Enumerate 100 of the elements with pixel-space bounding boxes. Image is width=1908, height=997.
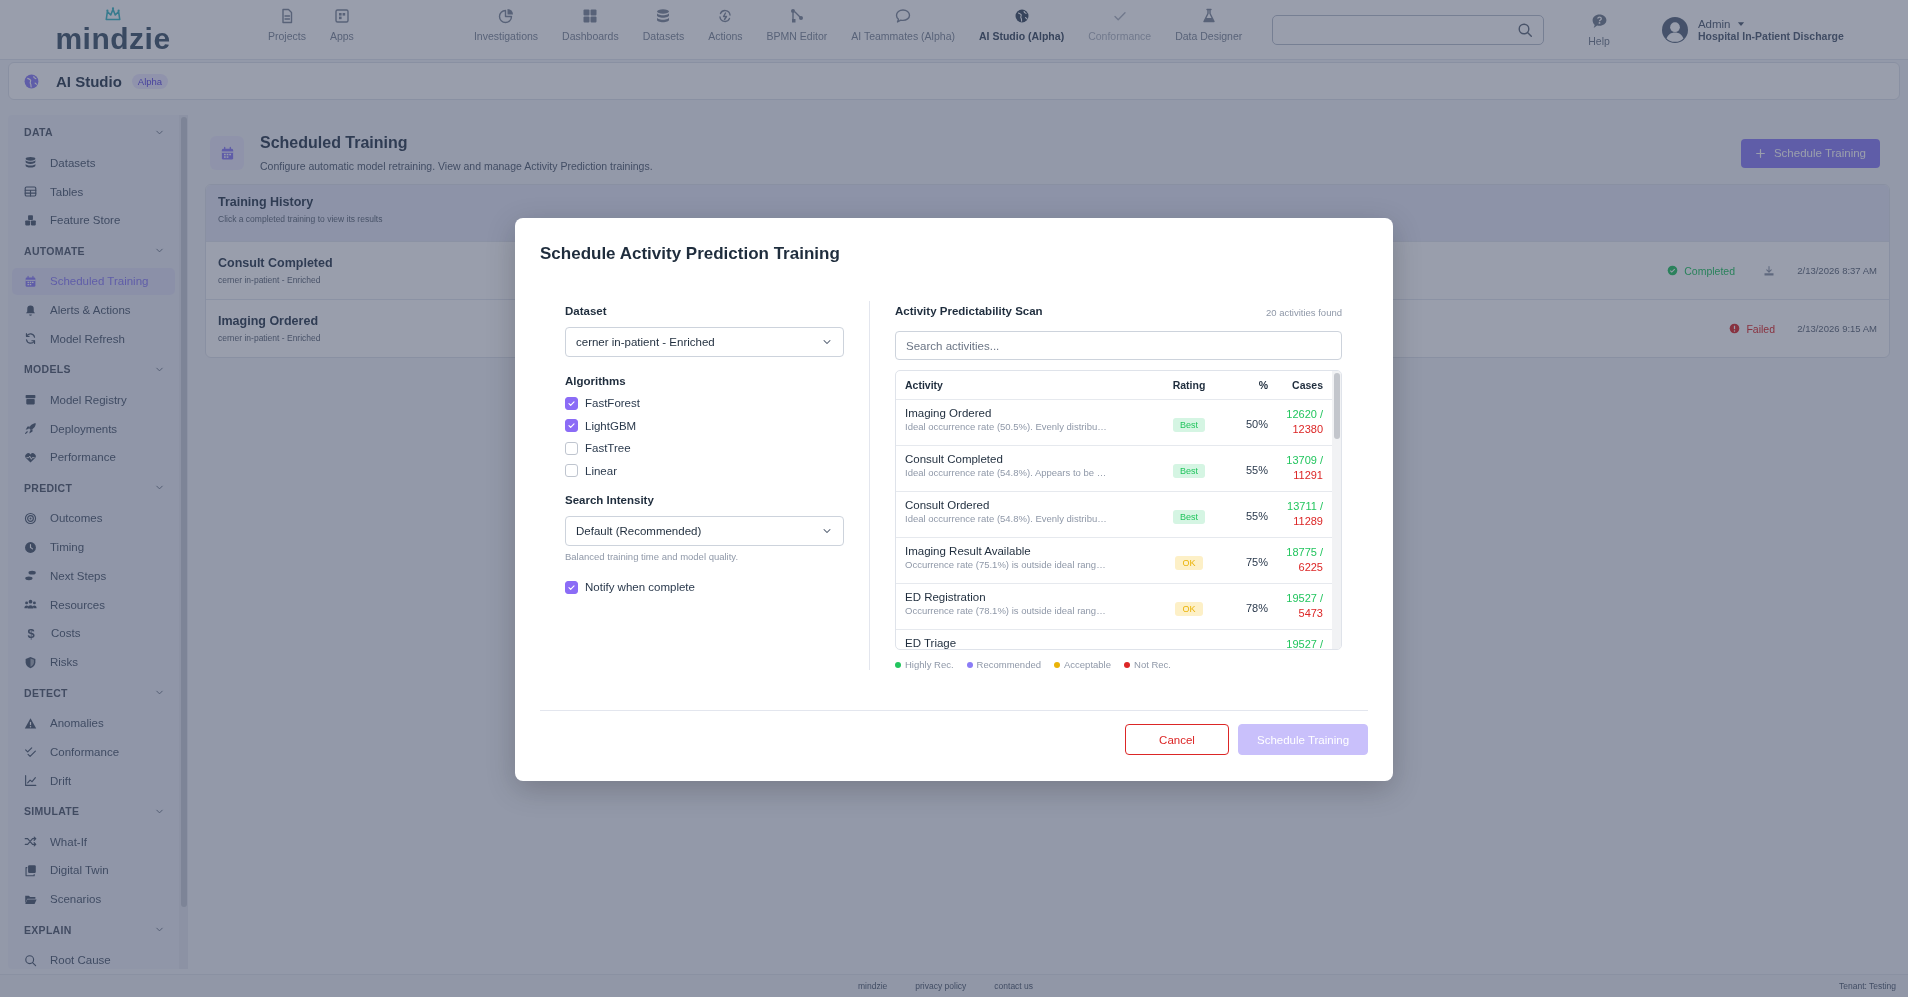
logo[interactable]: mindzie [55, 23, 171, 54]
download-icon [1763, 264, 1775, 277]
checkbox[interactable] [565, 580, 578, 594]
section-header[interactable]: AUTOMATE [8, 235, 179, 266]
rating-badge: OK [1175, 601, 1203, 616]
sidebar-item[interactable]: Tables [12, 178, 175, 205]
activity-description: Occurrence rate (75.1%) is outside ideal rang… [905, 559, 1107, 570]
nav-tab[interactable]: Investigations [461, 7, 551, 42]
section-header[interactable]: DATA [8, 117, 179, 148]
checkbox[interactable] [565, 396, 578, 410]
nav-tab[interactable]: BPMN Editor [754, 7, 840, 42]
checkbox[interactable] [565, 464, 578, 478]
help-button[interactable]: Help [1588, 12, 1610, 47]
check-icon [567, 398, 576, 408]
nav-tab[interactable]: Apps [317, 7, 366, 42]
cases-count: 11291 [1292, 468, 1323, 483]
calendar-icon [219, 145, 235, 161]
sidebar-item[interactable]: Digital Twin [12, 856, 175, 884]
field-label: Algorithms [565, 375, 627, 389]
sidebar-item[interactable]: Alerts & Actions [12, 296, 175, 324]
checkbox[interactable] [565, 419, 578, 433]
sidebar-item[interactable]: Anomalies [12, 709, 175, 737]
activity-row[interactable]: Imaging Result Available Occurrence rate (75.1%) is outside ideal rang… OK 75% 18775 / 6225 [896, 538, 1332, 584]
activity-name: Imaging Result Available [905, 545, 1032, 557]
column-header: Activity [904, 379, 944, 391]
activity-row[interactable]: ED Registration Occurrence rate (78.1%) is outside ideal rang… OK 78% 19527 / 5473 [896, 584, 1332, 630]
percent-value: 55% [1245, 463, 1268, 476]
heart-icon [24, 450, 37, 464]
sidebar-item[interactable]: Model Registry [12, 386, 175, 414]
sidebar-item[interactable]: Scenarios [12, 885, 175, 913]
sidebar-item[interactable]: Outcomes [12, 504, 175, 532]
target-icon [24, 511, 37, 525]
dataset-select[interactable]: cerner in-patient - Enriched [565, 327, 844, 357]
cancel-button[interactable]: Cancel [1125, 724, 1229, 755]
section-title: Activity Predictability Scan [895, 305, 1043, 319]
search-field[interactable]: Search activities... [895, 331, 1342, 360]
checkbox-option[interactable]: FastForest [565, 392, 844, 415]
intensity-select[interactable]: Default (Recommended) [565, 516, 844, 546]
cases-count: 6225 [1297, 560, 1323, 575]
activity-name: ED Triage [905, 637, 958, 649]
sidebar-item[interactable]: Deployments [12, 415, 175, 442]
sidebar-item[interactable]: $ Costs [12, 619, 175, 647]
nav-tab[interactable]: Datasets [630, 7, 697, 42]
double-check-icon [24, 745, 37, 759]
cases-count: 11289 [1292, 514, 1323, 529]
checkbox[interactable] [565, 441, 578, 455]
section-header[interactable]: MODELS [8, 354, 179, 385]
footprint-icon [24, 569, 37, 583]
nav-tab[interactable]: Projects [256, 7, 318, 42]
sidebar-item[interactable]: Resources [12, 591, 175, 618]
column-header: Rating [1171, 379, 1207, 391]
page-subtitle: Configure automatic model retraining. View and manage Activity Prediction trainings. [260, 160, 653, 172]
sidebar-item[interactable]: Timing [12, 533, 175, 561]
globe-icon [23, 72, 40, 90]
checkbox-option[interactable]: LightGBM [565, 414, 844, 437]
activity-row[interactable]: Imaging Ordered Ideal occurrence rate (50.5%). Evenly distribu… Best 50% 12620 / 12380 [896, 400, 1332, 446]
search-icon [1517, 21, 1534, 38]
nav-tab[interactable]: Data Designer [1163, 7, 1255, 42]
section-header[interactable]: EXPLAIN [8, 914, 179, 945]
nodes-icon [788, 7, 805, 24]
sidebar-item[interactable]: Conformance [12, 738, 175, 766]
sidebar-item[interactable]: Root Cause [12, 946, 175, 969]
column-header: Cases [1291, 379, 1324, 391]
nav-tab[interactable]: AI Studio (Alpha) [966, 7, 1077, 42]
footer-link[interactable]: mindzie [858, 981, 888, 991]
sidebar-item[interactable]: Model Refresh [12, 325, 175, 353]
section-header[interactable]: DETECT [8, 677, 179, 708]
nav-tab[interactable]: Actions [696, 7, 755, 42]
nav-tab[interactable]: AI Teammates (Alpha) [839, 7, 967, 42]
cases-count: 5473 [1297, 606, 1323, 621]
shield-icon [24, 655, 37, 669]
schedule-training-button[interactable]: Schedule Training [1740, 138, 1880, 168]
section-header[interactable]: SIMULATE [8, 795, 179, 827]
rating-badge: Best [1173, 509, 1205, 524]
user-name[interactable]: Admin [1697, 17, 1731, 30]
footer-link[interactable]: contact us [994, 981, 1034, 991]
checkbox-option[interactable]: FastTree [565, 437, 844, 460]
sidebar-item[interactable]: Drift [12, 767, 175, 794]
status-label: Completed [1684, 264, 1735, 277]
sidebar-item[interactable]: Datasets [12, 149, 175, 177]
checkbox-option[interactable]: Notify when complete [565, 576, 844, 599]
activity-name: Imaging Ordered [905, 407, 993, 419]
alpha-badge: Alpha [131, 73, 169, 89]
checkbox-option[interactable]: Linear [565, 459, 844, 482]
sidebar-item[interactable]: What-If [12, 828, 175, 855]
search-icon [24, 953, 37, 967]
nav-tab[interactable]: Dashboards [550, 7, 631, 42]
footer-link[interactable]: privacy policy [915, 981, 967, 991]
section-header[interactable]: PREDICT [8, 472, 179, 503]
search-field[interactable] [1272, 14, 1545, 45]
activity-row[interactable]: Consult Completed Ideal occurrence rate (54.8%). Appears to be … Best 55% 13709 / 11291 [896, 446, 1332, 492]
table-icon [24, 185, 37, 198]
sidebar-item[interactable]: Risks [12, 648, 175, 676]
sidebar-item[interactable]: Feature Store [12, 206, 175, 234]
scrollbar[interactable] [1333, 373, 1340, 439]
activity-row[interactable]: Consult Ordered Ideal occurrence rate (54.8%). Evenly distribu… Best 55% 13711 / 11289 [896, 492, 1332, 538]
date-label: 2/13/2026 8:37 AM [1796, 265, 1877, 276]
sidebar-item[interactable]: Performance [12, 443, 175, 471]
column-header: % [1257, 379, 1268, 391]
sidebar-item[interactable]: Next Steps [12, 562, 175, 590]
